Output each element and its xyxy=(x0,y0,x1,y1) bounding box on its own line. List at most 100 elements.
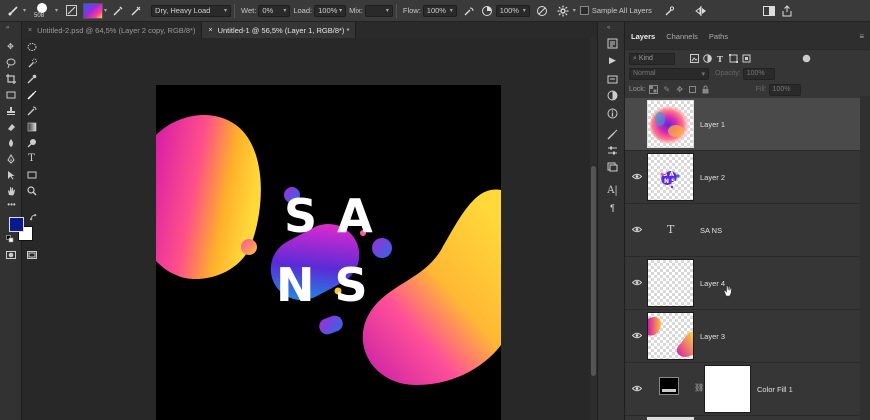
tool-preset-chevron-icon[interactable]: ▾ xyxy=(23,7,26,14)
foreground-color-swatch[interactable] xyxy=(9,217,24,232)
eye-icon[interactable] xyxy=(631,332,643,340)
pixel-filter-icon[interactable] xyxy=(689,54,699,64)
gear-chevron-icon[interactable]: ▾ xyxy=(573,7,576,14)
pressure-field[interactable]: 100% ▾ xyxy=(495,4,530,17)
frame-tool-icon[interactable] xyxy=(5,89,16,100)
layer-row-color-fill-1[interactable]: ⛓ Color Fill 1 xyxy=(625,363,860,416)
filter-kind-select[interactable]: ⌕ Kind xyxy=(629,52,675,65)
clean-brush-icon[interactable] xyxy=(127,2,145,20)
load-field[interactable]: 100% ▾ xyxy=(314,4,347,17)
document-canvas[interactable]: S A N S xyxy=(156,85,501,420)
default-colors-icon[interactable] xyxy=(6,235,14,243)
mixer-brush-tool-icon[interactable] xyxy=(4,2,22,20)
paragraph-panel-icon[interactable]: ¶ xyxy=(607,202,618,213)
layer-mask-thumbnail[interactable] xyxy=(704,365,751,413)
layer-name[interactable]: Layer 3 xyxy=(700,332,725,341)
swap-colors-icon[interactable] xyxy=(29,213,38,222)
rectangle-tool-icon[interactable] xyxy=(26,169,37,180)
load-swatch-chevron-icon[interactable]: ▾ xyxy=(104,7,107,14)
tab-layers[interactable]: Layers xyxy=(629,32,660,49)
brush-settings-panel-icon[interactable] xyxy=(62,2,80,20)
gradient-tool-icon[interactable] xyxy=(26,121,37,132)
tab-untitled-2[interactable]: × Untitled-2.psd @ 64,5% (Layer 2 copy, … xyxy=(22,22,203,38)
workspace-icon[interactable] xyxy=(760,2,778,20)
type-filter-icon[interactable]: T xyxy=(715,54,725,64)
lasso-tool-icon[interactable] xyxy=(5,57,16,68)
eye-icon[interactable] xyxy=(631,226,643,234)
marquee-tool-icon[interactable] xyxy=(26,41,37,52)
mixer-brush-tool-icon[interactable] xyxy=(26,89,37,100)
airbrush-icon[interactable] xyxy=(460,2,478,20)
fill-field[interactable]: 100% xyxy=(768,83,801,96)
eyedropper-tool-icon[interactable] xyxy=(26,73,37,84)
layer-name[interactable]: Layer 1 xyxy=(700,120,725,129)
pen-tool-icon[interactable] xyxy=(5,153,16,164)
close-icon[interactable]: × xyxy=(208,27,212,34)
brush-panel-icon[interactable] xyxy=(607,129,618,140)
stamp-tool-icon[interactable] xyxy=(5,105,16,116)
close-icon[interactable]: × xyxy=(28,27,32,34)
adjustments-panel-icon[interactable] xyxy=(607,90,618,101)
tab-paths[interactable]: Paths xyxy=(703,32,733,49)
shape-filter-icon[interactable] xyxy=(728,54,738,64)
eye-icon[interactable] xyxy=(631,385,643,393)
filter-toggle-icon[interactable] xyxy=(801,54,811,64)
smart-object-filter-icon[interactable] xyxy=(741,54,751,64)
character-panel-icon[interactable]: A| xyxy=(607,185,618,196)
toolbar-collapse-icon[interactable]: » xyxy=(6,25,9,31)
hand-tool-icon[interactable] xyxy=(5,185,16,196)
crop-tool-icon[interactable] xyxy=(5,73,16,84)
move-tool-icon[interactable]: ✥ xyxy=(5,41,16,52)
quick-selection-tool-icon[interactable] xyxy=(26,57,37,68)
eye-icon[interactable] xyxy=(631,173,643,181)
type-tool-icon[interactable]: T xyxy=(26,153,37,164)
panel-menu-icon[interactable]: ≡ xyxy=(859,32,864,41)
path-selection-tool-icon[interactable] xyxy=(5,169,16,180)
blend-mode-select[interactable]: Normal ▾ xyxy=(629,67,709,80)
screen-mode-icon[interactable] xyxy=(26,249,37,260)
symmetry-icon[interactable] xyxy=(692,2,710,20)
link-icon[interactable]: ⛓ xyxy=(694,383,704,392)
sample-all-layers-checkbox[interactable] xyxy=(579,6,589,15)
clone-source-icon[interactable] xyxy=(607,161,618,172)
lock-all-icon[interactable] xyxy=(701,85,711,95)
tab-untitled-1[interactable]: × Untitled-1 @ 56,5% (Layer 1, RGB/8*) * xyxy=(202,22,357,38)
brush-size-picker[interactable]: 508 xyxy=(32,1,54,21)
layer-name[interactable]: Layer 4 xyxy=(700,279,725,288)
load-brush-icon[interactable] xyxy=(109,2,127,20)
layer-row-sa-ns[interactable]: T SA NS xyxy=(625,204,860,257)
layer-row-layer-3[interactable]: Layer 3 xyxy=(625,310,860,363)
eye-icon[interactable] xyxy=(631,279,643,287)
3d-panel-icon[interactable] xyxy=(607,74,618,85)
dock-collapse-icon[interactable]: « xyxy=(607,25,610,31)
adjustment-filter-icon[interactable] xyxy=(702,54,712,64)
tab-channels[interactable]: Channels xyxy=(660,32,703,49)
zoom-tool-icon[interactable] xyxy=(26,185,37,196)
history-brush-tool-icon[interactable] xyxy=(26,105,37,116)
lock-transparent-icon[interactable] xyxy=(649,85,659,95)
brush-gear-icon[interactable] xyxy=(554,2,572,20)
layer-name[interactable]: Color Fill 1 xyxy=(757,385,793,394)
more-tools-icon[interactable]: ••• xyxy=(6,199,17,210)
pressure-opacity-icon[interactable] xyxy=(660,2,678,20)
lock-artboard-icon[interactable] xyxy=(688,85,698,95)
quick-mask-icon[interactable] xyxy=(5,249,16,260)
opacity-field[interactable]: 100% xyxy=(742,67,775,80)
share-icon[interactable] xyxy=(778,2,796,20)
dodge-tool-icon[interactable] xyxy=(26,137,37,148)
layer-row-layer-4[interactable]: Layer 4 xyxy=(625,257,860,310)
canvas-vertical-scrollbar[interactable] xyxy=(590,38,597,420)
info-panel-icon[interactable] xyxy=(607,108,618,119)
blur-tool-icon[interactable] xyxy=(5,137,16,148)
mix-field[interactable]: ▾ xyxy=(364,4,393,17)
history-panel-icon[interactable] xyxy=(607,38,618,49)
angle-icon[interactable] xyxy=(478,2,496,20)
brush-picker-chevron-icon[interactable]: ▾ xyxy=(55,7,58,14)
current-brush-load-swatch[interactable] xyxy=(83,2,104,19)
lock-position-icon[interactable]: ✥ xyxy=(675,85,685,95)
pressure-size-icon[interactable] xyxy=(533,2,551,20)
layer-row-layer-2[interactable]: S A N S Layer 2 xyxy=(625,151,860,204)
scrollbar-thumb[interactable] xyxy=(591,166,596,376)
lock-image-icon[interactable]: ✎ xyxy=(662,85,672,95)
properties-panel-icon[interactable] xyxy=(607,145,618,156)
